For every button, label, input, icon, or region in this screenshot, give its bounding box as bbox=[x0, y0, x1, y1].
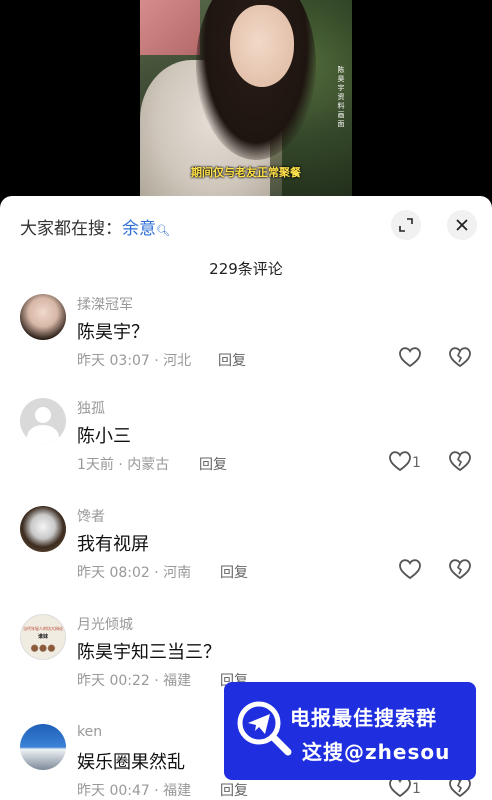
like-count: 1 bbox=[412, 781, 421, 797]
like-count: 1 bbox=[412, 455, 421, 471]
avatar[interactable] bbox=[20, 724, 66, 770]
comment-meta: 昨天 08:02 · 河南 bbox=[77, 565, 192, 581]
promo-banner[interactable]: 电报最佳搜索群 这搜@zhesou bbox=[224, 682, 476, 780]
video-vertical-label: 陈昊宇资料画面 bbox=[337, 66, 345, 128]
like-button[interactable] bbox=[398, 558, 422, 580]
comment-item: 揉滐冠军 陈昊宇？ 昨天 03:07 · 河北 回复 bbox=[0, 294, 492, 402]
reply-button[interactable]: 回复 bbox=[218, 350, 246, 370]
comment-text: 我有视屏 bbox=[77, 534, 149, 555]
heart-icon bbox=[399, 347, 421, 368]
close-icon bbox=[456, 219, 468, 231]
search-icon: 🔍︎ bbox=[156, 224, 170, 237]
comment-meta: 昨天 00:22 · 福建 bbox=[77, 673, 192, 689]
video-background-pink bbox=[140, 0, 200, 55]
comment-username[interactable]: 馋者 bbox=[77, 506, 105, 526]
trending-search[interactable]: 大家都在搜：余意🔍︎ bbox=[20, 214, 170, 239]
comment-meta: 昨天 03:07 · 河北 bbox=[77, 353, 192, 369]
reply-button[interactable]: 回复 bbox=[220, 562, 248, 582]
comment-count: 229条评论 bbox=[209, 260, 283, 278]
comment-text: 陈昊宇知三当三？ bbox=[77, 642, 221, 663]
like-button[interactable] bbox=[398, 346, 422, 368]
avatar-people-graphic bbox=[29, 641, 57, 653]
comment-username[interactable]: ken bbox=[77, 724, 102, 740]
avatar-text: 当代年轻人的坊大辩论 bbox=[23, 626, 63, 631]
expand-icon bbox=[399, 218, 413, 232]
default-avatar[interactable] bbox=[20, 398, 66, 444]
like-button[interactable] bbox=[388, 450, 412, 472]
reply-button[interactable]: 回复 bbox=[199, 454, 227, 474]
comment-meta: 1天前 · 内蒙古 bbox=[77, 457, 170, 473]
broken-heart-icon bbox=[449, 347, 471, 368]
telegram-search-logo-icon bbox=[237, 701, 292, 756]
promo-banner-handle: 这搜@zhesou bbox=[302, 740, 451, 764]
heart-icon bbox=[389, 451, 411, 472]
comment-text: 陈昊宇？ bbox=[77, 322, 149, 343]
trending-search-prefix: 大家都在搜： bbox=[20, 219, 122, 239]
comment-item: 馋者 我有视屏 昨天 08:02 · 河南 回复 bbox=[0, 506, 492, 614]
avatar[interactable]: 当代年轻人的坊大辩论 谁妹 bbox=[20, 614, 66, 660]
reply-button[interactable]: 回复 bbox=[220, 780, 248, 800]
comment-username[interactable]: 月光倾城 bbox=[77, 614, 133, 634]
avatar[interactable] bbox=[20, 294, 66, 340]
comment-item: 独孤 陈小三 1天前 · 内蒙古 回复 1 bbox=[0, 398, 492, 506]
video-frame: 陈昊宇资料画面 期间仅与老友正常聚餐 bbox=[140, 0, 352, 200]
close-button[interactable] bbox=[447, 210, 477, 240]
broken-heart-icon bbox=[449, 559, 471, 580]
video-caption: 期间仅与老友正常聚餐 bbox=[191, 166, 301, 179]
avatar-text: 谁妹 bbox=[37, 634, 48, 640]
dislike-button[interactable] bbox=[448, 346, 472, 368]
trending-search-keyword[interactable]: 余意 bbox=[122, 219, 156, 239]
heart-icon bbox=[399, 559, 421, 580]
comment-username[interactable]: 独孤 bbox=[77, 398, 105, 418]
promo-banner-title: 电报最佳搜索群 bbox=[290, 706, 437, 730]
expand-button[interactable] bbox=[391, 210, 421, 240]
avatar[interactable] bbox=[20, 506, 66, 552]
dislike-button[interactable] bbox=[448, 450, 472, 472]
avatar-body-shape bbox=[27, 425, 59, 444]
video-person-face bbox=[230, 5, 294, 87]
comment-text: 娱乐圈果然乱 bbox=[77, 752, 185, 773]
broken-heart-icon bbox=[449, 451, 471, 472]
comment-meta: 昨天 00:47 · 福建 bbox=[77, 783, 192, 799]
comment-text: 陈小三 bbox=[77, 426, 131, 447]
avatar-head-shape bbox=[35, 407, 51, 423]
dislike-button[interactable] bbox=[448, 558, 472, 580]
video-player[interactable]: 陈昊宇资料画面 期间仅与老友正常聚餐 bbox=[0, 0, 492, 200]
comment-username[interactable]: 揉滐冠军 bbox=[77, 294, 133, 314]
